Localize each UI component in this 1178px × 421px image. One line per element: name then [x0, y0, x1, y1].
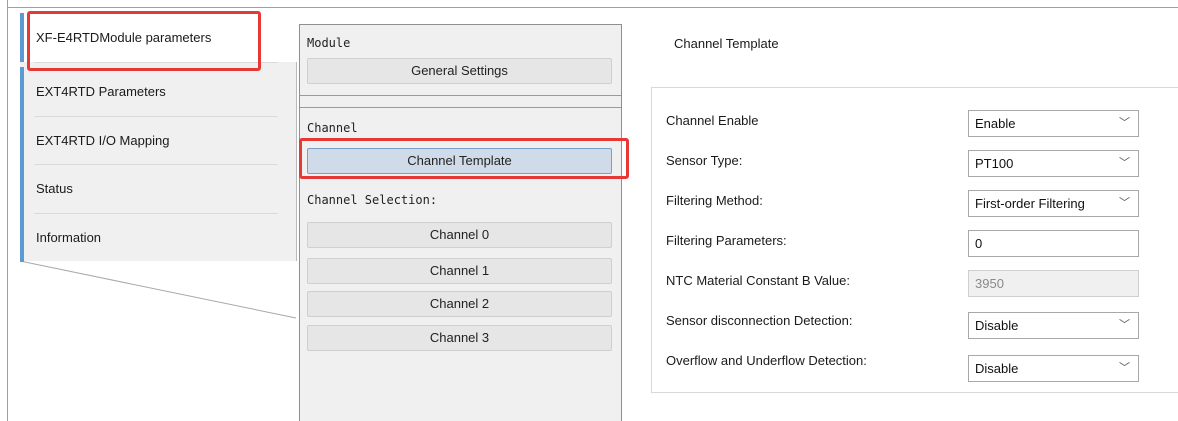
- channel-enable-value: Enable: [975, 116, 1016, 131]
- channel-template-title: Channel Template: [674, 36, 779, 51]
- nav-item-label: Information: [36, 230, 102, 245]
- module-section-label: Module: [307, 36, 351, 50]
- module-channel-panel: Module General Settings Channel Channel …: [299, 24, 622, 421]
- channel-1-button[interactable]: Channel 1: [307, 258, 612, 284]
- sensor-type-select[interactable]: PT100 ﹀: [968, 150, 1139, 177]
- channel-section-label: Channel: [307, 121, 358, 135]
- nav-item-status[interactable]: Status: [20, 164, 296, 213]
- chevron-down-icon: ﹀: [1119, 362, 1130, 374]
- left-nav: XF-E4RTDModule parameters EXT4RTD Parame…: [20, 13, 297, 323]
- nav-divider: [34, 62, 278, 63]
- filtering-parameters-input[interactable]: 0: [968, 230, 1139, 257]
- chevron-down-icon: ﹀: [1119, 319, 1130, 331]
- chevron-down-icon: ﹀: [1119, 117, 1130, 129]
- nav-item-label: Status: [36, 181, 73, 196]
- filtering-method-value: First-order Filtering: [975, 196, 1085, 211]
- disconnection-detection-select[interactable]: Disable ﹀: [968, 312, 1139, 339]
- nav-item-label: EXT4RTD I/O Mapping: [36, 133, 170, 148]
- nav-item-module-parameters[interactable]: XF-E4RTDModule parameters: [20, 13, 297, 62]
- chevron-down-icon: ﹀: [1119, 157, 1130, 169]
- filtering-parameters-label: Filtering Parameters:: [666, 233, 787, 248]
- overflow-detection-label: Overflow and Underflow Detection:: [666, 353, 867, 368]
- sensor-type-value: PT100: [975, 156, 1014, 171]
- filtering-method-select[interactable]: First-order Filtering ﹀: [968, 190, 1139, 217]
- channel-2-button[interactable]: Channel 2: [307, 291, 612, 317]
- channel-selection-label: Channel Selection:: [307, 193, 438, 207]
- nav-item-io-mapping[interactable]: EXT4RTD I/O Mapping: [20, 116, 296, 165]
- filtering-method-label: Filtering Method:: [666, 193, 763, 208]
- ntc-b-value-label: NTC Material Constant B Value:: [666, 273, 850, 288]
- ntc-b-value-input: 3950: [968, 270, 1139, 297]
- channel-template-button[interactable]: Channel Template: [307, 148, 612, 174]
- overflow-detection-select[interactable]: Disable ﹀: [968, 355, 1139, 382]
- channel-3-button[interactable]: Channel 3: [307, 325, 612, 351]
- panel-divider: [300, 107, 621, 108]
- window-frame-left: [7, 0, 8, 421]
- disconnection-detection-label: Sensor disconnection Detection:: [666, 313, 853, 328]
- nav-item-label: EXT4RTD Parameters: [36, 84, 166, 99]
- window-frame-top: [7, 7, 1178, 8]
- panel-divider: [300, 95, 621, 96]
- channel-enable-label: Channel Enable: [666, 113, 759, 128]
- nav-item-ext4rtd-parameters[interactable]: EXT4RTD Parameters: [20, 67, 296, 116]
- channel-enable-select[interactable]: Enable ﹀: [968, 110, 1139, 137]
- sensor-type-label: Sensor Type:: [666, 153, 743, 168]
- channel-0-button[interactable]: Channel 0: [307, 222, 612, 248]
- nav-item-label: XF-E4RTDModule parameters: [36, 30, 212, 45]
- nav-item-information[interactable]: Information: [20, 213, 296, 262]
- disconnection-detection-value: Disable: [975, 318, 1019, 333]
- chevron-down-icon: ﹀: [1119, 197, 1130, 209]
- overflow-detection-value: Disable: [975, 361, 1019, 376]
- general-settings-button[interactable]: General Settings: [307, 58, 612, 84]
